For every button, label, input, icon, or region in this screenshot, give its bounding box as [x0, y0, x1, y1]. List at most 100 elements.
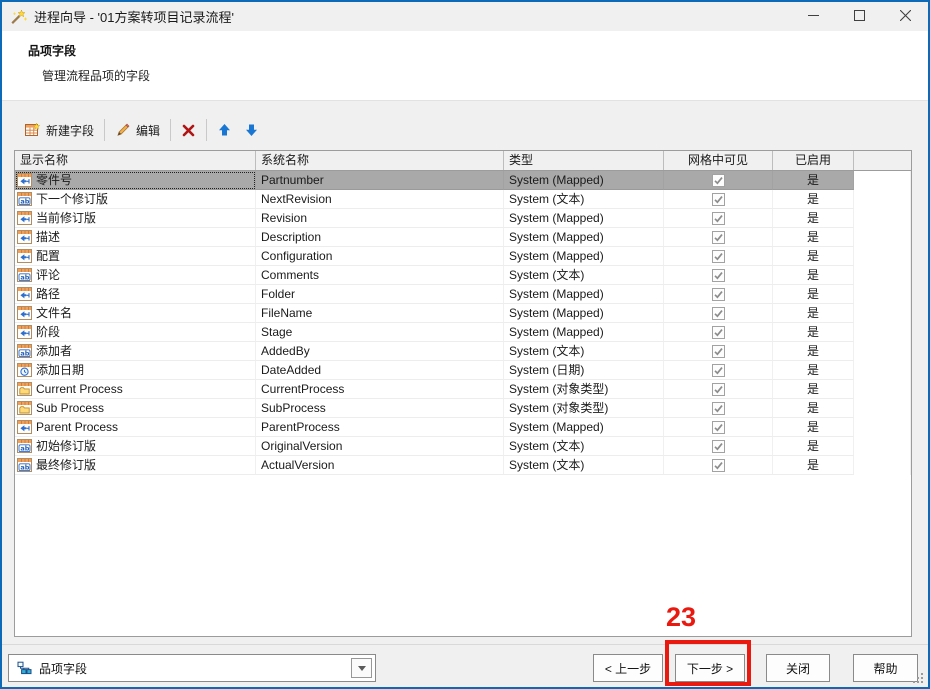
table-row[interactable]: ab初始修订版OriginalVersionSystem (文本)是: [15, 437, 911, 456]
cell-display-name: 添加日期: [15, 361, 256, 380]
table-row[interactable]: Sub ProcessSubProcessSystem (对象类型)是: [15, 399, 911, 418]
text-field-icon: ab: [17, 439, 32, 453]
cell-display-name: Current Process: [15, 380, 256, 399]
visible-checkbox[interactable]: [712, 383, 725, 396]
cell-type: System (对象类型): [504, 380, 664, 399]
cell-system-name: ParentProcess: [256, 418, 504, 437]
cell-display-name: 配置: [15, 247, 256, 266]
display-name-text: 路径: [36, 285, 60, 303]
close-window-button[interactable]: [882, 2, 928, 31]
table-row[interactable]: 零件号PartnumberSystem (Mapped)是: [15, 171, 911, 190]
combo-dropdown-button[interactable]: [351, 658, 372, 678]
table-row[interactable]: 路径FolderSystem (Mapped)是: [15, 285, 911, 304]
display-name-text: 下一个修订版: [36, 190, 108, 208]
text-field-icon: ab: [17, 458, 32, 472]
cell-system-name: Comments: [256, 266, 504, 285]
table-row[interactable]: 阶段StageSystem (Mapped)是: [15, 323, 911, 342]
edit-button[interactable]: 编辑: [109, 119, 166, 142]
maximize-button[interactable]: [836, 2, 882, 31]
table-row[interactable]: 文件名FileNameSystem (Mapped)是: [15, 304, 911, 323]
visible-checkbox[interactable]: [712, 288, 725, 301]
visible-checkbox[interactable]: [712, 174, 725, 187]
cell-enabled: 是: [773, 209, 854, 228]
visible-checkbox[interactable]: [712, 307, 725, 320]
display-name-text: 当前修订版: [36, 209, 96, 227]
footer: 品项字段 < 上一步 下一步 > 关闭 帮助: [2, 644, 928, 687]
cell-visible: [664, 418, 773, 437]
step-combobox[interactable]: 品项字段: [8, 654, 376, 682]
cell-system-name: Revision: [256, 209, 504, 228]
cell-type: System (对象类型): [504, 399, 664, 418]
visible-checkbox[interactable]: [712, 440, 725, 453]
cell-enabled: 是: [773, 380, 854, 399]
cell-system-name: Description: [256, 228, 504, 247]
new-field-button[interactable]: 新建字段: [18, 119, 100, 142]
cell-type: System (文本): [504, 456, 664, 475]
visible-checkbox[interactable]: [712, 269, 725, 282]
cell-system-name: OriginalVersion: [256, 437, 504, 456]
cell-visible: [664, 456, 773, 475]
move-down-button[interactable]: [238, 119, 265, 141]
cell-enabled: 是: [773, 266, 854, 285]
next-button[interactable]: 下一步 >: [675, 654, 745, 682]
table-row[interactable]: 当前修订版RevisionSystem (Mapped)是: [15, 209, 911, 228]
visible-checkbox[interactable]: [712, 250, 725, 263]
minimize-button[interactable]: [790, 2, 836, 31]
wizard-wand-icon: [10, 9, 28, 25]
cell-system-name: CurrentProcess: [256, 380, 504, 399]
visible-checkbox[interactable]: [712, 345, 725, 358]
mapped-field-icon: [17, 211, 32, 225]
cell-blank: [854, 266, 911, 285]
visible-checkbox[interactable]: [712, 402, 725, 415]
cell-blank: [854, 247, 911, 266]
table-row[interactable]: 添加日期DateAddedSystem (日期)是: [15, 361, 911, 380]
visible-checkbox[interactable]: [712, 459, 725, 472]
close-button[interactable]: 关闭: [766, 654, 830, 682]
visible-checkbox[interactable]: [712, 421, 725, 434]
cell-visible: [664, 209, 773, 228]
visible-checkbox[interactable]: [712, 326, 725, 339]
move-up-button[interactable]: [211, 119, 238, 141]
column-header-display-name[interactable]: 显示名称: [15, 151, 256, 170]
table-row[interactable]: ab最终修订版ActualVersionSystem (文本)是: [15, 456, 911, 475]
datetime-field-icon: [17, 363, 32, 377]
cell-system-name: FileName: [256, 304, 504, 323]
table-row[interactable]: ab评论CommentsSystem (文本)是: [15, 266, 911, 285]
page-title: 品项字段: [28, 42, 928, 59]
table-row[interactable]: ab下一个修订版NextRevisionSystem (文本)是: [15, 190, 911, 209]
delete-button[interactable]: [175, 120, 202, 141]
column-header-system-name[interactable]: 系统名称: [256, 151, 504, 170]
cell-visible: [664, 323, 773, 342]
visible-checkbox[interactable]: [712, 364, 725, 377]
visible-checkbox[interactable]: [712, 193, 725, 206]
column-header-type[interactable]: 类型: [504, 151, 664, 170]
table-row[interactable]: 描述DescriptionSystem (Mapped)是: [15, 228, 911, 247]
cell-visible: [664, 399, 773, 418]
cell-blank: [854, 171, 911, 190]
mapped-field-icon: [17, 325, 32, 339]
cell-display-name: 文件名: [15, 304, 256, 323]
column-header-visible[interactable]: 网格中可见: [664, 151, 773, 170]
cell-enabled: 是: [773, 285, 854, 304]
cell-system-name: SubProcess: [256, 399, 504, 418]
mapped-field-icon: [17, 249, 32, 263]
visible-checkbox[interactable]: [712, 212, 725, 225]
cell-display-name: 当前修订版: [15, 209, 256, 228]
table-row[interactable]: Parent ProcessParentProcessSystem (Mappe…: [15, 418, 911, 437]
previous-button[interactable]: < 上一步: [593, 654, 663, 682]
cell-enabled: 是: [773, 342, 854, 361]
cell-blank: [854, 437, 911, 456]
resize-grip[interactable]: [912, 672, 925, 685]
column-header-enabled[interactable]: 已启用: [773, 151, 854, 170]
cell-blank: [854, 361, 911, 380]
table-body: 零件号PartnumberSystem (Mapped)是ab下一个修订版Nex…: [15, 171, 911, 475]
table-row[interactable]: 配置ConfigurationSystem (Mapped)是: [15, 247, 911, 266]
toolbar-separator: [206, 119, 207, 141]
help-button[interactable]: 帮助: [853, 654, 918, 682]
table-row[interactable]: ab添加者AddedBySystem (文本)是: [15, 342, 911, 361]
toolbar-separator: [170, 119, 171, 141]
visible-checkbox[interactable]: [712, 231, 725, 244]
cell-enabled: 是: [773, 228, 854, 247]
window-controls: [790, 2, 928, 31]
table-row[interactable]: Current ProcessCurrentProcessSystem (对象类…: [15, 380, 911, 399]
